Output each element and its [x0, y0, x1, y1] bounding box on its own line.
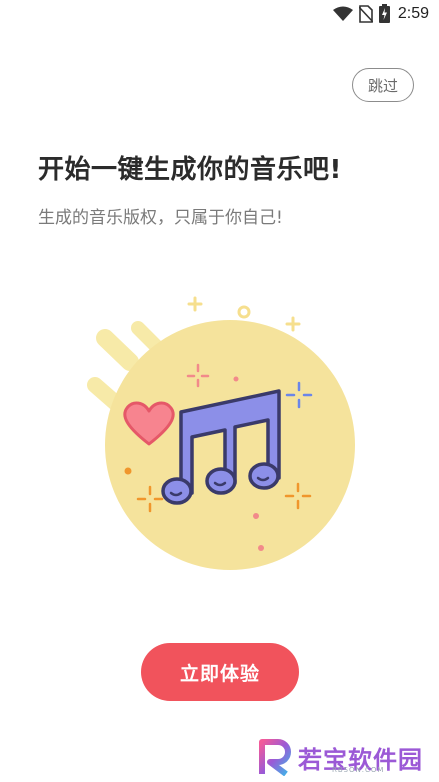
- status-icons: 2:59: [332, 4, 429, 23]
- subline: 生成的音乐版权，只属于你自己!: [38, 208, 283, 228]
- status-bar: 2:59: [0, 0, 439, 30]
- status-time: 2:59: [397, 4, 429, 22]
- battery-charging-icon: [378, 4, 390, 23]
- dot: [258, 545, 264, 551]
- r-logo-icon: [259, 739, 291, 776]
- headline: 开始一键生成你的音乐吧!: [38, 155, 342, 185]
- watermark-sub: RBSON.COM: [332, 766, 385, 774]
- start-button[interactable]: 立即体验: [141, 643, 299, 701]
- no-sim-icon: [358, 4, 373, 23]
- dot: [124, 467, 132, 475]
- skip-button[interactable]: 跳过: [352, 68, 414, 102]
- dot: [253, 513, 259, 519]
- onboarding-screen: 2:59 跳过 开始一键生成你的音乐吧! 生成的音乐版权，只属于你自己! 立即体…: [0, 0, 439, 782]
- watermark: 若宝软件园 RBSON.COM: [258, 738, 423, 776]
- wifi-icon: [332, 6, 353, 21]
- dot: [233, 376, 239, 382]
- music-illustration: [87, 296, 355, 570]
